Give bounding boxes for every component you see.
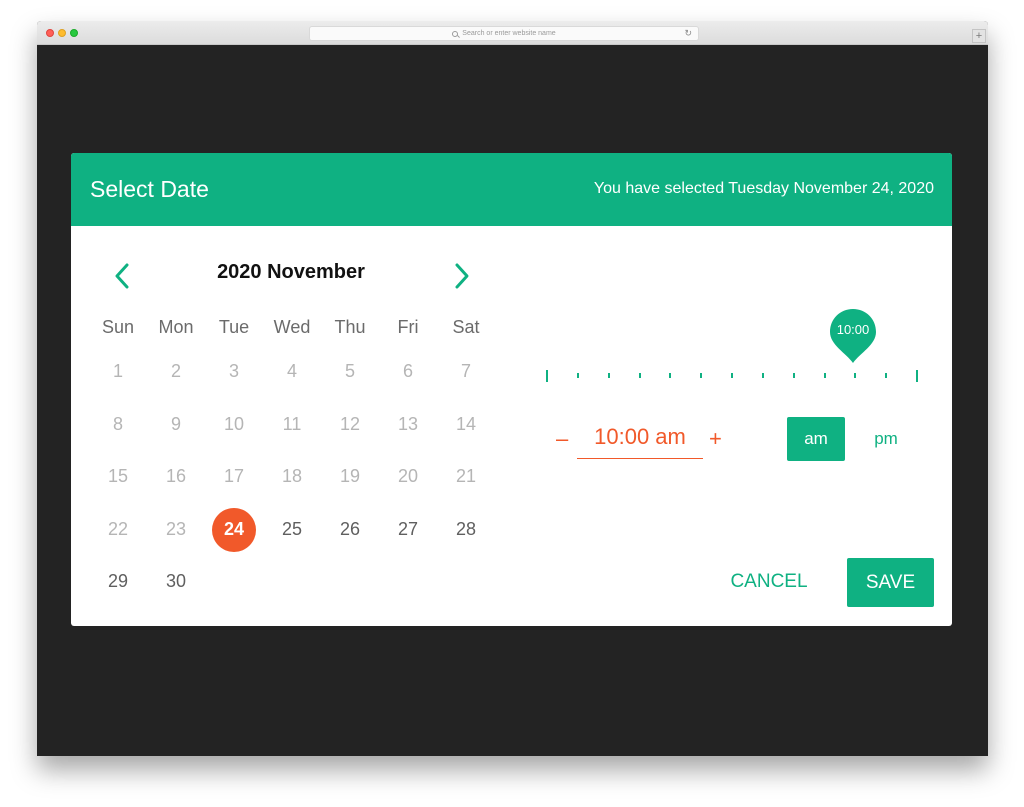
calendar-day[interactable]: 8 (89, 414, 147, 435)
weekday-header: Thu (334, 317, 366, 337)
calendar-day[interactable]: 25 (263, 519, 321, 540)
weekday-header: Sat (452, 317, 480, 337)
calendar-day[interactable]: 20 (379, 466, 437, 487)
calendar-day[interactable]: 4 (263, 361, 321, 382)
calendar-day[interactable]: 15 (89, 466, 147, 487)
date-picker-dialog: Select Date You have selected Tuesday No… (71, 153, 952, 626)
time-slider-tick (638, 373, 641, 378)
calendar-day[interactable]: 23 (147, 519, 205, 540)
calendar-day[interactable]: 13 (379, 414, 437, 435)
selected-date-text: You have selected Tuesday November 24, 2… (593, 180, 934, 197)
calendar-day[interactable]: 14 (437, 414, 495, 435)
decrement-time-button[interactable]: – (556, 426, 568, 452)
calendar-day[interactable]: 11 (263, 414, 321, 435)
next-month-button[interactable] (449, 261, 473, 291)
calendar-day[interactable]: 29 (89, 571, 147, 592)
weekday-header: Wed (273, 317, 311, 337)
search-icon (452, 30, 459, 37)
weekday-header: Tue (218, 317, 250, 337)
time-slider-tick (916, 370, 918, 382)
address-bar-placeholder: Search or enter website name (462, 30, 556, 37)
calendar-day[interactable]: 19 (321, 466, 379, 487)
time-slider-tick (546, 370, 548, 382)
calendar-day[interactable]: 28 (437, 519, 495, 540)
weekday-header: Fri (397, 317, 419, 337)
calendar-day[interactable]: 26 (321, 519, 379, 540)
calendar-day[interactable]: 7 (437, 361, 495, 382)
browser-titlebar: Search or enter website name ↻ + (37, 21, 988, 45)
calendar-day[interactable]: 5 (321, 361, 379, 382)
calendar-day[interactable]: 21 (437, 466, 495, 487)
increment-time-button[interactable]: + (709, 426, 722, 452)
time-slider-tick (854, 373, 857, 378)
calendar-day[interactable]: 12 (321, 414, 379, 435)
calendar-day[interactable]: 10 (205, 414, 263, 435)
calendar-day[interactable]: 18 (263, 466, 321, 487)
time-slider-tick (885, 373, 888, 378)
time-slider-tick (607, 373, 610, 378)
pm-toggle-button[interactable]: pm (857, 417, 915, 461)
calendar-day[interactable]: 1 (89, 361, 147, 382)
time-slider-tick (823, 373, 826, 378)
time-slider-track[interactable] (546, 368, 918, 384)
calendar-day[interactable]: 9 (147, 414, 205, 435)
calendar-day[interactable]: 16 (147, 466, 205, 487)
save-button[interactable]: SAVE (847, 558, 934, 607)
dialog-header: Select Date You have selected Tuesday No… (71, 153, 952, 226)
time-slider-tick (761, 373, 764, 378)
close-window-icon[interactable] (46, 29, 54, 37)
month-label: 2020 November (217, 261, 365, 283)
calendar-day[interactable]: 22 (89, 519, 147, 540)
reload-icon[interactable]: ↻ (684, 28, 692, 39)
time-slider-tick (669, 373, 672, 378)
calendar-day-selected[interactable]: 24 (205, 519, 263, 540)
time-input[interactable]: 10:00 am (577, 424, 703, 459)
time-slider-tick (792, 373, 795, 378)
calendar-day[interactable]: 27 (379, 519, 437, 540)
new-tab-button[interactable]: + (972, 29, 986, 43)
time-slider-bubble-label: 10:00 (836, 322, 870, 337)
weekday-header: Sun (101, 317, 135, 337)
maximize-window-icon[interactable] (70, 29, 78, 37)
time-slider-tick (731, 373, 733, 378)
chevron-left-icon (115, 263, 129, 289)
time-slider-tick (700, 373, 703, 378)
calendar-day[interactable]: 17 (205, 466, 263, 487)
calendar-day[interactable]: 2 (147, 361, 205, 382)
chevron-right-icon (455, 263, 469, 289)
minimize-window-icon[interactable] (58, 29, 66, 37)
am-toggle-button[interactable]: am (787, 417, 845, 461)
address-bar[interactable]: Search or enter website name ↻ (309, 26, 699, 41)
calendar-day[interactable]: 30 (147, 571, 205, 592)
prev-month-button[interactable] (111, 261, 135, 291)
calendar-day[interactable]: 3 (205, 361, 263, 382)
dialog-title: Select Date (90, 176, 209, 202)
time-slider-tick (576, 373, 579, 378)
cancel-button[interactable]: CANCEL (719, 558, 819, 606)
weekday-header: Mon (158, 317, 194, 337)
calendar-day[interactable]: 6 (379, 361, 437, 382)
